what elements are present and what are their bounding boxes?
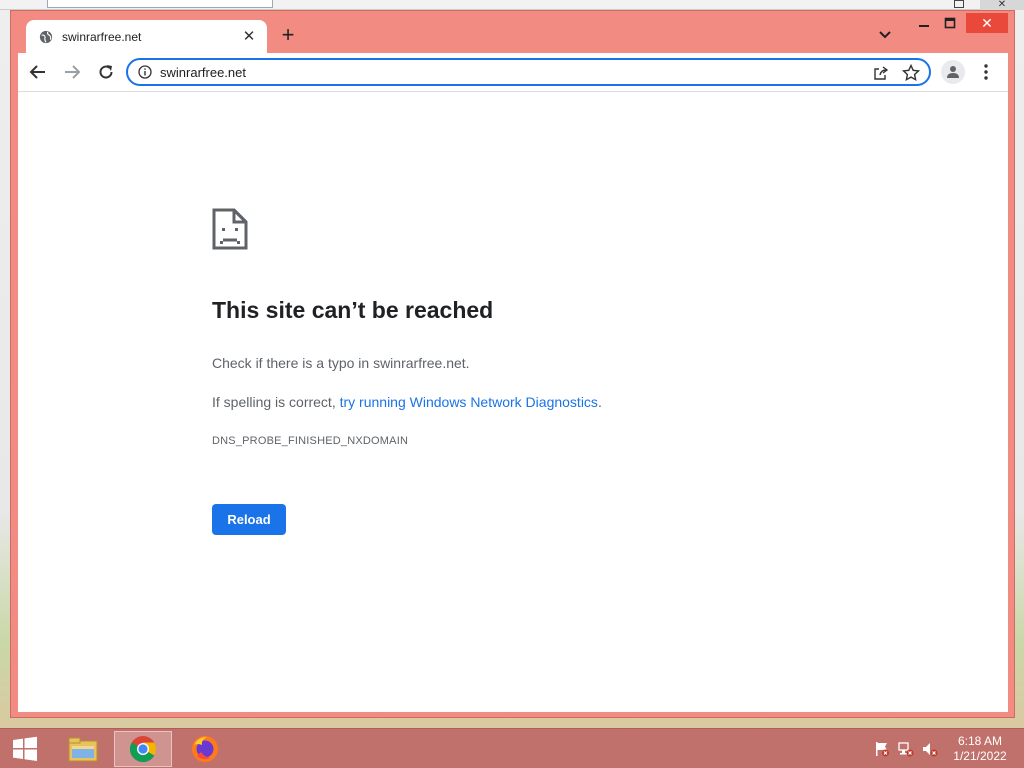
- file-explorer-icon: [68, 737, 98, 762]
- tab-active[interactable]: swinrarfree.net ✕: [26, 20, 267, 53]
- globe-icon: [39, 30, 53, 43]
- sad-document-icon: [212, 208, 248, 250]
- new-tab-button[interactable]: +: [277, 24, 299, 47]
- share-icon[interactable]: [873, 65, 889, 81]
- site-info-icon[interactable]: [138, 65, 152, 79]
- clock-date: 1/21/2022: [953, 749, 1007, 763]
- diagnostics-suffix: .: [597, 394, 602, 410]
- taskbar-chrome[interactable]: [114, 731, 172, 767]
- menu-button[interactable]: [976, 62, 996, 82]
- toolbar: [18, 53, 1008, 91]
- network-diagnostics-link[interactable]: try running Windows Network Diagnostics: [340, 394, 598, 410]
- start-button[interactable]: [0, 729, 50, 768]
- forward-arrow-icon: [65, 65, 81, 79]
- address-bar[interactable]: [126, 58, 931, 86]
- background-maximize-icon: [954, 0, 964, 8]
- background-window-tab: [47, 0, 273, 8]
- taskbar: 6:18 AM 1/21/2022: [0, 728, 1024, 768]
- tab-search-chevron-icon[interactable]: [877, 27, 893, 43]
- maximize-icon: [944, 17, 956, 29]
- tab-close-button[interactable]: ✕: [241, 28, 257, 45]
- chrome-window: swinrarfree.net ✕ + ✕ swinrarfree.net Th…: [10, 10, 1015, 718]
- clock-time: 6:18 AM: [957, 734, 1003, 748]
- volume-muted-icon[interactable]: [922, 741, 938, 757]
- more-vert-icon: [984, 64, 988, 80]
- person-icon: [947, 66, 959, 78]
- page-content: This site can’t be reached Check if ther…: [18, 92, 1008, 712]
- background-window: ✕: [0, 0, 1024, 10]
- reload-toolbar-button[interactable]: [92, 58, 120, 86]
- reload-button[interactable]: Reload: [212, 504, 286, 535]
- bookmark-star-icon[interactable]: [902, 64, 920, 82]
- url-input[interactable]: [160, 64, 840, 80]
- error-diagnostics-hint: If spelling is correct, try running Wind…: [212, 394, 602, 410]
- background-close-button[interactable]: ✕: [980, 0, 1024, 10]
- maximize-button[interactable]: [936, 13, 964, 33]
- action-center-flag-icon[interactable]: [874, 741, 890, 757]
- window-close-button[interactable]: ✕: [966, 13, 1008, 33]
- firefox-icon: [192, 736, 218, 762]
- error-typo-hint: Check if there is a typo in swinrarfree.…: [212, 355, 470, 371]
- profile-button[interactable]: [941, 60, 965, 84]
- diagnostics-prefix: If spelling is correct,: [212, 394, 340, 410]
- error-code: DNS_PROBE_FINISHED_NXDOMAIN: [212, 435, 409, 447]
- tab-strip: swinrarfree.net ✕ + ✕: [11, 11, 1014, 53]
- windows-logo-icon: [13, 736, 37, 761]
- taskbar-clock[interactable]: 6:18 AM 1/21/2022: [945, 734, 1015, 764]
- back-arrow-icon: [29, 65, 45, 79]
- forward-button[interactable]: [58, 58, 86, 86]
- back-button[interactable]: [24, 58, 52, 86]
- error-heading: This site can’t be reached: [212, 297, 494, 323]
- network-icon[interactable]: [898, 741, 914, 757]
- minimize-icon: [919, 25, 929, 27]
- tab-title: swinrarfree.net: [62, 29, 142, 44]
- refresh-icon: [99, 65, 113, 79]
- chrome-icon: [129, 736, 157, 763]
- minimize-button[interactable]: [910, 13, 938, 33]
- taskbar-firefox[interactable]: [176, 731, 234, 767]
- taskbar-file-explorer[interactable]: [54, 731, 112, 767]
